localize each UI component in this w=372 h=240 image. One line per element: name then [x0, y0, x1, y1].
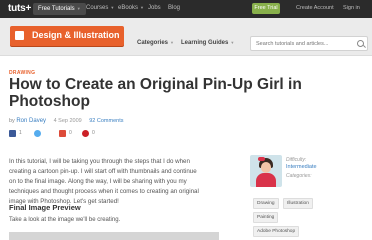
- comments-link[interactable]: 92 Comments: [89, 118, 123, 124]
- section-header: Design & Illustration Categories ▼ Learni…: [0, 18, 372, 56]
- nav-free-tutorials[interactable]: Free Tutorials ▼: [33, 3, 86, 15]
- tuts-logo[interactable]: tuts+: [8, 3, 31, 14]
- nav-blog[interactable]: Blog: [168, 5, 180, 11]
- chevron-down-icon: ▼: [230, 40, 235, 45]
- create-account-link[interactable]: Create Account: [296, 5, 334, 11]
- tag-drawing[interactable]: Drawing: [253, 198, 279, 209]
- tag-illustration[interactable]: Illustration: [283, 198, 313, 209]
- nav-jobs[interactable]: Jobs: [148, 5, 161, 11]
- nav-free-tutorials-label: Free Tutorials: [38, 6, 75, 12]
- nav-courses-label: Courses: [86, 5, 109, 11]
- learning-guides-dropdown[interactable]: Learning Guides ▼: [181, 40, 234, 46]
- search-input[interactable]: [253, 37, 359, 50]
- chevron-down-icon: ▼: [110, 5, 115, 10]
- categories-meta-label: Categories:: [286, 173, 312, 179]
- pinterest-share-count: 0: [92, 130, 95, 136]
- by-label: by: [9, 118, 15, 124]
- learning-guides-label: Learning Guides: [181, 40, 229, 46]
- pinterest-icon[interactable]: [82, 130, 89, 137]
- final-image-heading: Final Image Preview: [9, 203, 81, 212]
- nav-courses[interactable]: Courses ▼: [86, 5, 114, 11]
- difficulty-label: Difficulty:: [286, 157, 307, 163]
- search-icon[interactable]: [357, 40, 364, 47]
- tag-painting[interactable]: Painting: [253, 212, 279, 223]
- difficulty-link[interactable]: Intermediate: [286, 164, 317, 170]
- design-icon: [15, 31, 24, 40]
- facebook-icon[interactable]: [9, 130, 16, 137]
- intro-paragraph: In this tutorial, I will be taking you t…: [9, 158, 199, 205]
- byline: by Ron Davey 4 Sep 2009 92 Comments: [9, 118, 123, 124]
- publish-date: 4 Sep 2009: [53, 118, 82, 124]
- facebook-share-count: 1: [19, 130, 22, 136]
- author-avatar[interactable]: [250, 155, 282, 187]
- free-trial-button[interactable]: Free Trial: [252, 3, 280, 14]
- section-label: Design & Illustration: [32, 30, 120, 40]
- nav-ebooks[interactable]: eBooks ▼: [118, 5, 144, 11]
- preview-text: Take a look at the image we'll be creati…: [9, 217, 121, 223]
- categories-dropdown[interactable]: Categories ▼: [137, 40, 174, 46]
- avatar-body: [256, 173, 276, 187]
- chevron-down-icon: ▼: [140, 5, 144, 10]
- tag-adobe-photoshop[interactable]: Adobe Photoshop: [253, 226, 300, 237]
- section-button[interactable]: Design & Illustration: [10, 26, 124, 46]
- sign-in-link[interactable]: Sign in: [343, 5, 360, 11]
- google-plus-share-count: 0: [69, 130, 72, 136]
- preview-image: [9, 232, 219, 240]
- chevron-down-icon: ▼: [76, 6, 81, 11]
- search-box: [250, 36, 368, 51]
- categories-label: Categories: [137, 40, 169, 46]
- avatar-bow: [258, 157, 265, 161]
- google-plus-icon[interactable]: [59, 130, 66, 137]
- avatar-face: [261, 162, 271, 173]
- author-link[interactable]: Ron Davey: [16, 118, 46, 124]
- twitter-icon[interactable]: [34, 130, 41, 137]
- page-title: How to Create an Original Pin-Up Girl in…: [9, 76, 302, 110]
- nav-ebooks-label: eBooks: [118, 5, 139, 11]
- chevron-down-icon: ▼: [170, 40, 174, 45]
- top-navigation-bar: tuts+ Free Tutorials ▼ Courses ▼ eBooks ▼ J…: [0, 0, 372, 18]
